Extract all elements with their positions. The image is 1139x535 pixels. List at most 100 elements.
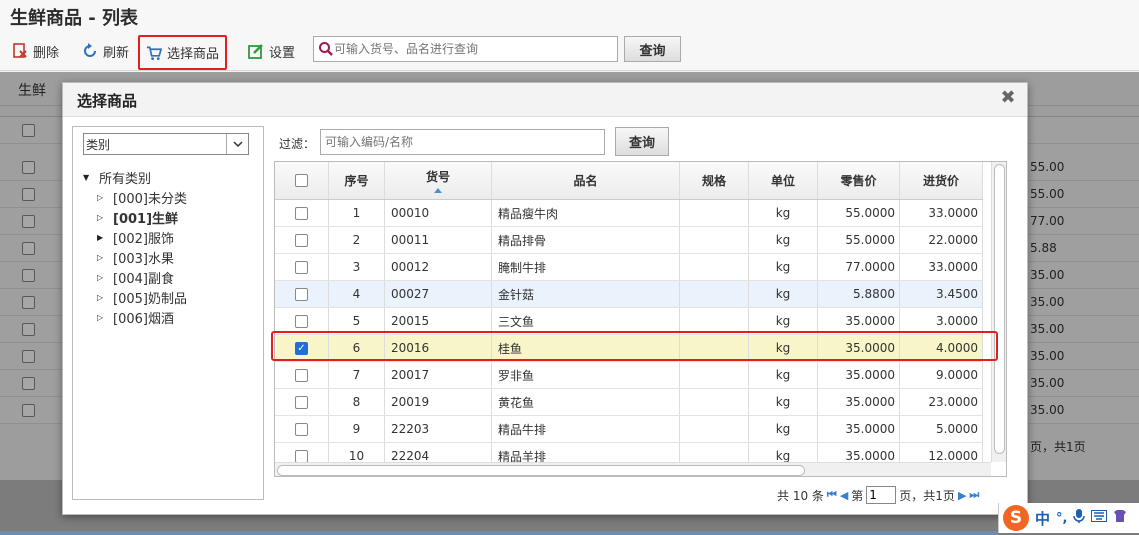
page-number-input[interactable] [866, 486, 897, 504]
row-checkbox[interactable] [295, 233, 308, 247]
table-row[interactable]: 4 00027 金针菇 kg 5.8800 3.4500 [275, 281, 983, 308]
row-checkbox[interactable] [295, 206, 308, 220]
skin-shirt-icon[interactable] [1113, 509, 1127, 527]
expanded-triangle-icon[interactable]: ▼ [83, 173, 99, 182]
collapsed-triangle-filled-icon[interactable]: ▶ [97, 233, 113, 242]
tree-node-label: [006]烟酒 [113, 311, 174, 327]
column-header-label: 进货价 [922, 174, 959, 188]
ime-punctuation[interactable]: °, [1056, 511, 1067, 526]
column-header-name[interactable]: 品名 [492, 162, 680, 199]
row-checkbox[interactable] [295, 395, 308, 409]
close-icon[interactable]: ✖ [999, 89, 1017, 107]
tree-node-category[interactable]: ▷ [004]副食 [83, 267, 187, 287]
microphone-icon[interactable] [1073, 508, 1086, 528]
cell-name: 金针菇 [492, 281, 680, 307]
column-header-retail[interactable]: 零售价 [818, 162, 900, 199]
table-row[interactable]: 7 20017 罗非鱼 kg 35.0000 9.0000 [275, 362, 983, 389]
collapsed-triangle-icon[interactable]: ▷ [97, 273, 113, 282]
prev-page-icon[interactable]: ◀ [840, 489, 848, 502]
row-checkbox[interactable]: ✓ [295, 341, 308, 355]
scrollbar-thumb[interactable] [994, 164, 1005, 454]
cell-retail: 35.0000 [818, 362, 900, 388]
sort-ascending-icon [434, 188, 442, 193]
toolbar: 删除 刷新 选择商品 设置 查询 [0, 33, 1139, 71]
table-row[interactable]: 8 20019 黄花鱼 kg 35.0000 23.0000 [275, 389, 983, 416]
collapsed-triangle-icon[interactable]: ▷ [97, 313, 113, 322]
sogou-logo-icon[interactable]: S [1003, 505, 1029, 531]
cell-cost: 9.0000 [900, 362, 983, 388]
cell-retail: 55.0000 [818, 227, 900, 253]
table-row[interactable]: 2 00011 精品排骨 kg 55.0000 22.0000 [275, 227, 983, 254]
cell-spec [680, 281, 749, 307]
cell-code: 00011 [385, 227, 492, 253]
tree-node-category[interactable]: ▶ [002]服饰 [83, 227, 187, 247]
column-header-spec[interactable]: 规格 [680, 162, 749, 199]
row-checkbox[interactable] [295, 314, 308, 328]
category-select[interactable]: 类别 [83, 133, 249, 155]
table-row[interactable]: 9 22203 精品牛排 kg 35.0000 5.0000 [275, 416, 983, 443]
row-checkbox[interactable] [295, 368, 308, 382]
cell-no: 8 [329, 389, 385, 415]
refresh-button[interactable]: 刷新 [80, 37, 131, 65]
column-header-code[interactable]: 货号 [385, 162, 492, 199]
select-all-cell [275, 162, 329, 199]
search-input[interactable] [334, 42, 614, 56]
first-page-icon[interactable]: ⏮ [827, 488, 837, 502]
query-button[interactable]: 查询 [624, 36, 681, 62]
cell-name: 精品排骨 [492, 227, 680, 253]
filter-input[interactable] [320, 129, 605, 155]
column-header-unit[interactable]: 单位 [749, 162, 818, 199]
delete-button[interactable]: 删除 [10, 37, 61, 65]
tree-node-category-selected[interactable]: ▷ [001]生鲜 [83, 207, 187, 227]
horizontal-scrollbar[interactable] [275, 462, 991, 476]
next-page-icon[interactable]: ▶ [958, 489, 966, 502]
vertical-scrollbar[interactable] [991, 162, 1006, 462]
row-checkbox-cell [275, 308, 329, 334]
column-header-label: 品名 [573, 174, 598, 188]
cell-spec [680, 227, 749, 253]
cell-no: 4 [329, 281, 385, 307]
cell-name: 精品瘦牛肉 [492, 200, 680, 226]
table-row[interactable]: 1 00010 精品瘦牛肉 kg 55.0000 33.0000 [275, 200, 983, 227]
tree-node-category[interactable]: ▷ [006]烟酒 [83, 307, 187, 327]
dialog-title: 选择商品 [77, 92, 138, 110]
settings-button[interactable]: 设置 [246, 37, 297, 65]
column-header-no[interactable]: 序号 [329, 162, 385, 199]
keyboard-icon[interactable] [1091, 510, 1108, 526]
cell-name: 三文鱼 [492, 308, 680, 334]
table-row[interactable]: ✓ 6 20016 桂鱼 kg 35.0000 4.0000 [275, 335, 983, 362]
collapsed-triangle-icon[interactable]: ▷ [97, 253, 113, 262]
collapsed-triangle-icon[interactable]: ▷ [97, 293, 113, 302]
scrollbar-thumb[interactable] [277, 465, 805, 476]
chevron-down-icon[interactable] [226, 134, 248, 154]
ime-toolbar: S 中 °, [998, 503, 1139, 533]
row-checkbox[interactable] [295, 260, 308, 274]
last-page-icon[interactable]: ⏭ [969, 488, 979, 502]
row-checkbox[interactable] [295, 422, 308, 436]
tree-node-root[interactable]: ▼ 所有类别 [83, 167, 187, 187]
tree-node-label: [003]水果 [113, 251, 174, 267]
column-header-cost[interactable]: 进货价 [900, 162, 983, 199]
tree-node-category[interactable]: ▷ [005]奶制品 [83, 287, 187, 307]
tree-node-label: [005]奶制品 [113, 291, 187, 307]
collapsed-triangle-icon[interactable]: ▷ [97, 193, 113, 202]
row-checkbox[interactable] [295, 449, 308, 463]
tree-node-category[interactable]: ▷ [003]水果 [83, 247, 187, 267]
row-checkbox[interactable] [295, 287, 308, 301]
row-checkbox-cell [275, 416, 329, 442]
row-checkbox-cell [275, 362, 329, 388]
row-checkbox-cell [275, 227, 329, 253]
cell-unit: kg [749, 416, 818, 442]
tree-node-category[interactable]: ▷ [000]未分类 [83, 187, 187, 207]
cell-unit: kg [749, 335, 818, 361]
dialog-query-button[interactable]: 查询 [615, 127, 669, 156]
collapsed-triangle-icon[interactable]: ▷ [97, 213, 113, 222]
table-row[interactable]: 5 20015 三文鱼 kg 35.0000 3.0000 [275, 308, 983, 335]
row-checkbox-cell [275, 389, 329, 415]
cell-unit: kg [749, 200, 818, 226]
select-products-button[interactable]: 选择商品 [138, 35, 228, 70]
ime-language[interactable]: 中 [1035, 508, 1050, 529]
table-row[interactable]: 3 00012 腌制牛排 kg 77.0000 33.0000 [275, 254, 983, 281]
tree-node-label: 所有类别 [99, 171, 152, 187]
select-all-checkbox[interactable] [295, 174, 308, 187]
